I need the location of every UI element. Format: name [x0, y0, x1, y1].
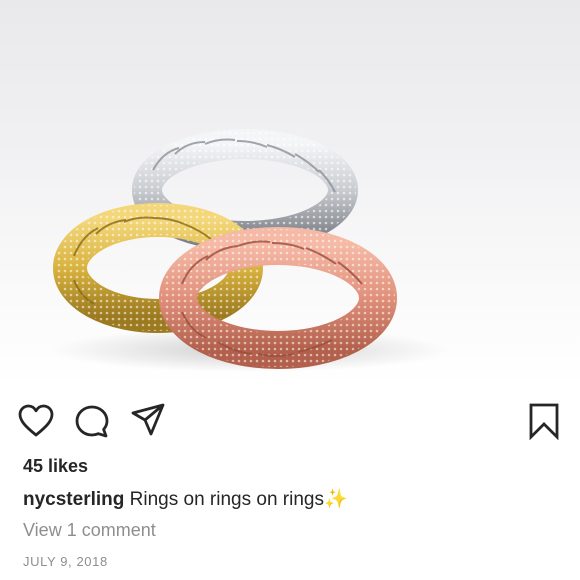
heart-icon[interactable]: [18, 404, 54, 438]
post-date: JULY 9, 2018: [23, 554, 108, 569]
rings-photo: [50, 129, 450, 372]
caption-username[interactable]: nycsterling: [23, 489, 124, 510]
comment-icon[interactable]: [74, 404, 110, 440]
paper-plane-icon[interactable]: [130, 402, 166, 438]
likes-count[interactable]: 45 likes: [23, 456, 88, 477]
post-actions: [0, 396, 580, 446]
post-photo[interactable]: [0, 0, 580, 388]
view-comments-link[interactable]: View 1 comment: [23, 520, 156, 541]
sparkles-emoji: ✨: [323, 489, 348, 510]
caption-text: Rings on rings on rings: [129, 489, 324, 510]
post-caption: nycsterling Rings on rings on rings✨: [23, 487, 348, 511]
bookmark-icon[interactable]: [526, 402, 562, 440]
